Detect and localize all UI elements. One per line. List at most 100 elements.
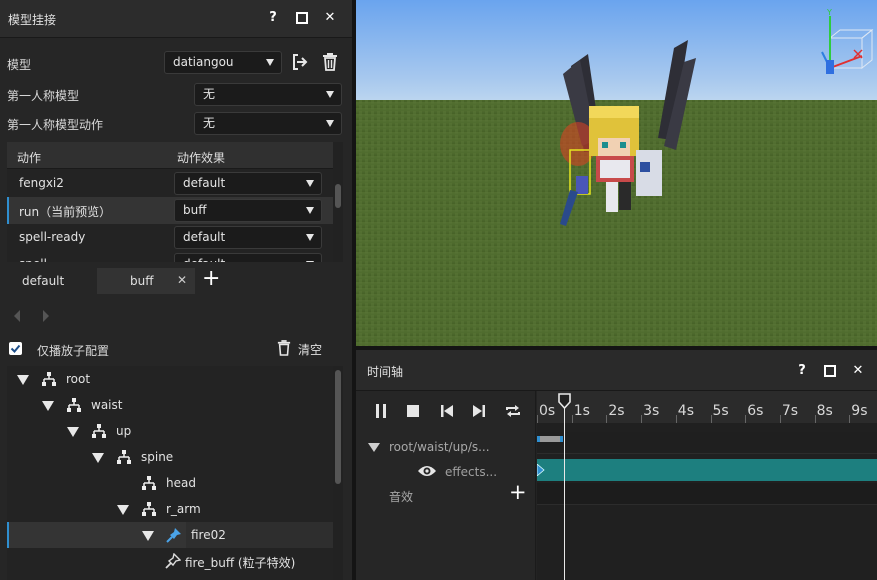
model-label: 模型 — [7, 58, 32, 72]
effect-select[interactable]: default — [174, 172, 322, 195]
pause-button[interactable] — [374, 403, 388, 422]
loop-button[interactable] — [504, 402, 522, 423]
effect-select[interactable]: buff — [174, 199, 322, 222]
scrollbar-thumb[interactable] — [335, 370, 341, 484]
only-particles-checkbox[interactable] — [9, 342, 22, 355]
tree-node-label: head — [166, 476, 196, 490]
tree-node-label: spine — [141, 450, 174, 464]
prev-arrow-icon[interactable] — [12, 309, 22, 326]
table-row[interactable]: spell default — [7, 251, 333, 262]
track-expand-toggle[interactable] — [368, 443, 380, 452]
bone-hierarchy-icon — [42, 372, 56, 386]
effect-select[interactable]: default — [174, 253, 322, 262]
model-select[interactable]: datiangou — [164, 51, 282, 74]
scrollbar-thumb[interactable] — [335, 184, 341, 208]
expand-toggle[interactable] — [42, 401, 54, 411]
close-button[interactable]: ✕ — [321, 9, 339, 27]
tree-row[interactable]: root — [7, 366, 333, 392]
ruler-tick-mark — [710, 415, 712, 423]
trash-icon — [277, 340, 291, 356]
bone-hierarchy-icon — [92, 424, 106, 438]
next-arrow-icon[interactable] — [41, 309, 51, 326]
effect-select-value: default — [183, 176, 226, 190]
ruler-tick-mark — [675, 415, 677, 423]
table-scrollbar[interactable] — [333, 142, 343, 262]
track-row-bone[interactable] — [537, 432, 877, 454]
expand-toggle[interactable] — [142, 531, 154, 541]
timeline-panel: 时间轴 ? ✕ root/waist/up/s... effects... 音效… — [356, 350, 877, 580]
tab-close-icon[interactable]: ✕ — [177, 273, 187, 287]
time-ruler[interactable]: 0s 1s 2s 3s 4s 5s 6s 7s 8s 9s — [537, 391, 877, 423]
fp-model-label: 第一人称模型 — [7, 89, 80, 103]
bone-tree: root waist up spine head r_arm fire02 fire_buff… — [7, 366, 333, 580]
expand-toggle[interactable] — [117, 505, 129, 515]
bone-hierarchy-icon — [142, 476, 156, 490]
clear-button[interactable]: 清空 — [277, 340, 337, 358]
effect-select-value: default — [183, 230, 226, 244]
bone-hierarchy-icon — [142, 502, 156, 516]
maximize-button[interactable] — [821, 362, 839, 380]
ruler-tick-mark — [814, 415, 816, 423]
expand-toggle[interactable] — [67, 427, 79, 437]
effects-track-label: effects... — [445, 465, 498, 479]
tree-row[interactable]: up — [7, 418, 333, 444]
help-button[interactable]: ? — [793, 362, 811, 380]
ruler-tick-mark — [606, 415, 608, 423]
delete-button[interactable] — [322, 53, 342, 73]
tree-node-label: fire_buff (粒子特效) — [185, 556, 296, 570]
add-tab-button[interactable]: + — [202, 268, 220, 290]
expand-toggle[interactable] — [17, 375, 29, 385]
tab-default[interactable]: default — [14, 268, 84, 294]
model-select-value: datiangou — [173, 55, 234, 69]
effects-clip[interactable] — [537, 459, 877, 481]
ruler-tick-label: 1s — [573, 403, 590, 419]
tree-row[interactable]: head — [7, 470, 333, 496]
ruler-tick-mark — [641, 415, 643, 423]
checkmark-icon — [10, 344, 21, 353]
tree-row[interactable]: spine — [7, 444, 333, 470]
chevron-down-icon — [326, 91, 334, 98]
fp-model-select[interactable]: 无 — [194, 83, 342, 106]
bone-clip[interactable] — [537, 436, 563, 442]
close-button[interactable]: ✕ — [849, 362, 867, 380]
sound-track-label: 音效 — [389, 490, 414, 504]
tree-node-label: root — [66, 372, 91, 386]
timeline-track-area[interactable]: 0s 1s 2s 3s 4s 5s 6s 7s 8s 9s — [537, 391, 877, 580]
model-attach-panel: 模型挂接 ? ✕ 模型 datiangou 第一人称模型 无 第一人称模型动作 … — [0, 0, 352, 580]
ruler-tick-label: 4s — [677, 403, 694, 419]
table-row[interactable]: fengxi2 default — [7, 170, 333, 197]
skip-start-button[interactable] — [440, 403, 454, 422]
chevron-down-icon — [326, 120, 334, 127]
visibility-toggle[interactable] — [417, 464, 437, 481]
effect-select[interactable]: default — [174, 226, 322, 249]
tree-node-label: r_arm — [166, 502, 201, 516]
stop-button[interactable] — [406, 403, 420, 422]
playhead-line[interactable] — [564, 397, 565, 580]
tree-row[interactable]: waist — [7, 392, 333, 418]
scene-render: Y — [356, 0, 877, 346]
tree-row[interactable]: r_arm — [7, 496, 333, 522]
playhead-handle[interactable] — [558, 393, 571, 409]
scene-viewport[interactable]: Y — [356, 0, 877, 346]
effect-tabs: default buff ✕ + — [0, 262, 352, 300]
bone-hierarchy-icon — [117, 450, 131, 464]
export-button[interactable] — [291, 53, 311, 73]
tree-scrollbar[interactable] — [333, 366, 343, 580]
maximize-button[interactable] — [293, 9, 311, 27]
help-button[interactable]: ? — [264, 9, 282, 27]
timeline-controls: root/waist/up/s... effects... 音效 + — [356, 391, 536, 580]
tree-row[interactable]: fire_buff (粒子特效) — [7, 548, 333, 574]
table-row[interactable]: spell-ready default — [7, 224, 333, 251]
chevron-down-icon — [306, 180, 314, 187]
skip-end-button[interactable] — [472, 403, 486, 422]
fp-anim-select[interactable]: 无 — [194, 112, 342, 135]
track-row-sound[interactable] — [537, 483, 877, 505]
panel-title: 模型挂接 — [8, 13, 57, 27]
add-sound-button[interactable]: + — [509, 482, 527, 503]
tree-row[interactable]: fire02 — [7, 522, 333, 548]
keyframe-icon[interactable] — [537, 464, 545, 476]
tree-node-label: waist — [91, 398, 123, 412]
fp-anim-select-value: 无 — [203, 116, 216, 130]
table-row[interactable]: run（当前预览） buff — [7, 197, 333, 224]
expand-toggle[interactable] — [92, 453, 104, 463]
